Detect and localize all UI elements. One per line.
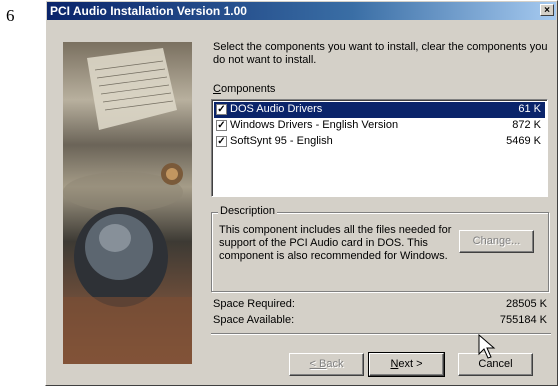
description-title: Description: [218, 205, 278, 217]
close-button[interactable]: ×: [540, 4, 554, 16]
component-size: 61 K: [518, 103, 541, 115]
list-item[interactable]: ✓ Windows Drivers - English Version 872 …: [214, 118, 545, 134]
components-label-accelerator: C: [213, 83, 221, 95]
checkbox-windows-drivers[interactable]: ✓: [216, 120, 227, 131]
sheet-music-image: [63, 48, 192, 364]
next-button-rest: ext >: [398, 358, 423, 370]
page-number: 6: [6, 6, 15, 25]
list-item[interactable]: ✓ DOS Audio Drivers 61 K: [214, 102, 545, 118]
button-separator: [211, 333, 551, 335]
component-size: 872 K: [512, 119, 541, 131]
space-available-value: 755184 K: [499, 314, 547, 326]
next-button[interactable]: Next >: [368, 352, 445, 377]
checkbox-dos-audio[interactable]: ✓: [216, 104, 227, 115]
description-text: This component includes all the files ne…: [219, 224, 452, 262]
checkbox-softsynt[interactable]: ✓: [216, 136, 227, 147]
list-item[interactable]: ✓ SoftSynt 95 - English 5469 K: [214, 134, 545, 150]
component-size: 5469 K: [506, 135, 541, 147]
install-dialog: PCI Audio Installation Version 1.00 × Se…: [45, 0, 558, 386]
component-label: SoftSynt 95 - English: [230, 135, 333, 147]
component-label: Windows Drivers - English Version: [230, 119, 399, 131]
back-button-accelerator: < B: [309, 358, 327, 370]
close-icon: ×: [544, 5, 550, 16]
space-required-value: 28505 K: [506, 298, 547, 310]
window-title: PCI Audio Installation Version 1.00: [50, 4, 247, 18]
mouse-pointer-icon: [478, 334, 496, 359]
setup-illustration: [63, 42, 192, 364]
components-label: Components: [213, 83, 275, 95]
change-button[interactable]: Change...: [459, 230, 534, 253]
title-bar[interactable]: PCI Audio Installation Version 1.00 ×: [47, 2, 556, 20]
instruction-text: Select the components you want to instal…: [213, 41, 548, 66]
back-button[interactable]: < Back: [289, 353, 364, 376]
space-required-label: Space Required:: [213, 298, 295, 310]
components-list[interactable]: ✓ DOS Audio Drivers 61 K ✓ Windows Drive…: [211, 99, 548, 197]
back-button-rest: ack: [326, 358, 344, 370]
space-available-label: Space Available:: [213, 314, 295, 326]
components-label-rest: omponents: [220, 83, 276, 95]
component-label: DOS Audio Drivers: [230, 103, 323, 115]
